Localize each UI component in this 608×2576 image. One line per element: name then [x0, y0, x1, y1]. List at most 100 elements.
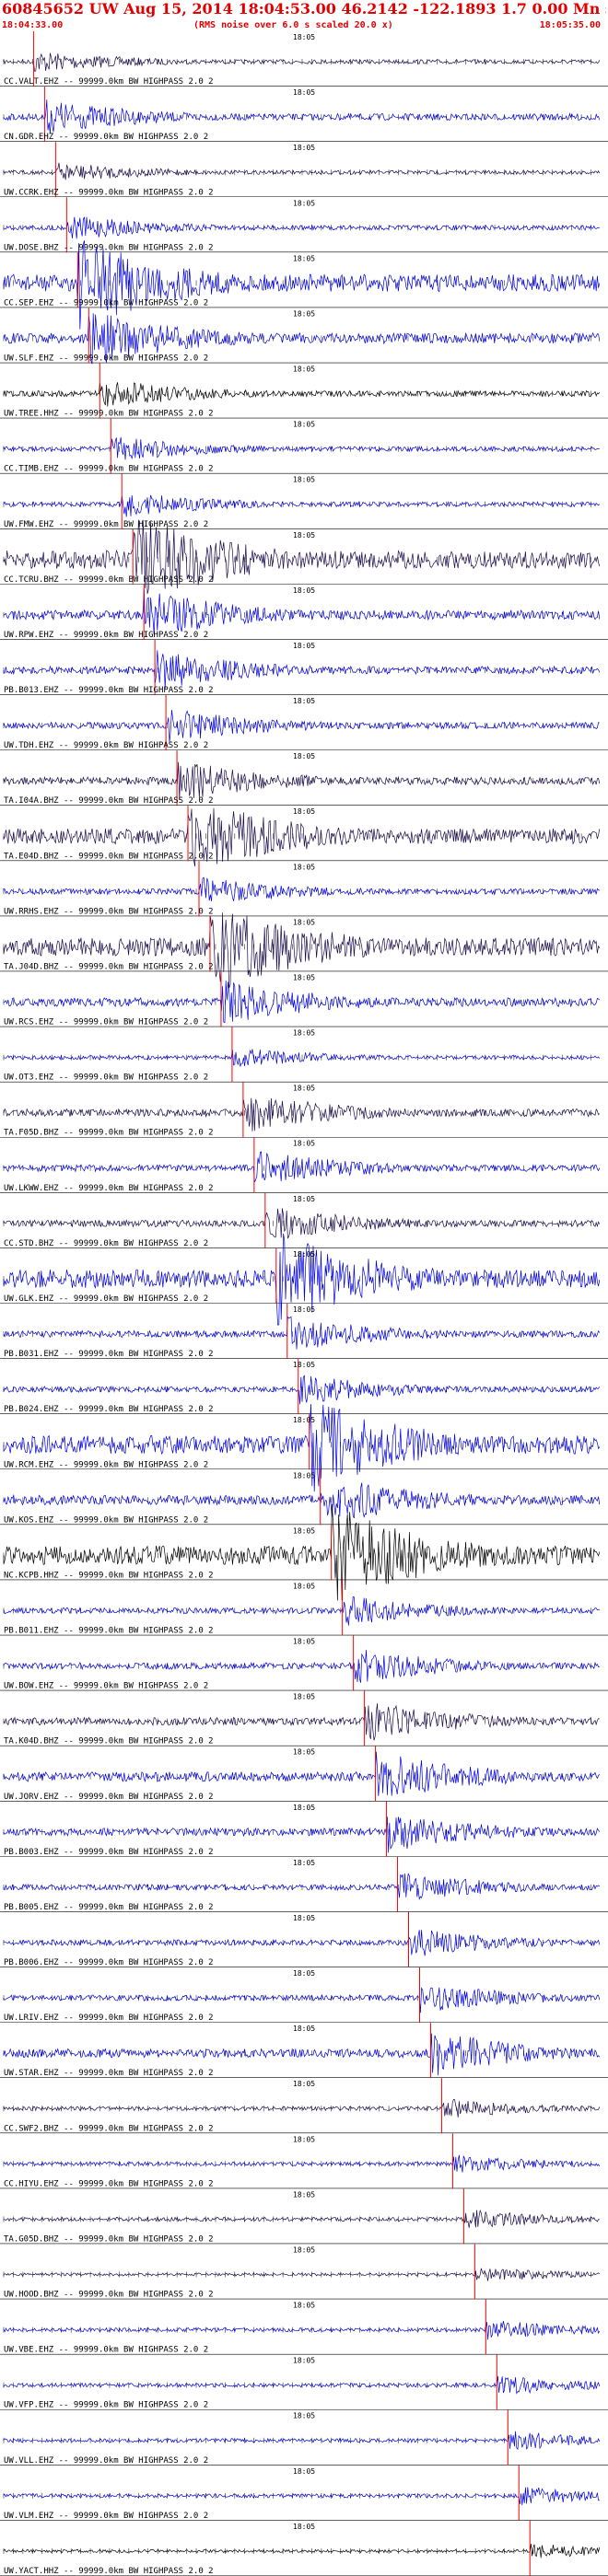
minute-tick-label: 18:05	[293, 309, 315, 318]
waveform	[3, 1650, 600, 1683]
minute-tick-label: 18:05	[293, 1195, 315, 1203]
station-label: CC.STD.BHZ -- 99999.0km BW HIGHPASS 2.0 …	[4, 1239, 208, 1248]
minute-tick-label: 18:05	[293, 807, 315, 816]
trace-uw-rpw-ehz: UW.RPW.EHZ -- 99999.0km BW HIGHPASS 2.0 …	[0, 584, 608, 640]
station-label: TA.I04A.BHZ -- 99999.0km BW HIGHPASS 2.0…	[4, 796, 214, 806]
trace-uw-star-ehz: UW.STAR.EHZ -- 99999.0km BW HIGHPASS 2.0…	[0, 2023, 608, 2079]
trace-uw-lkww-ehz: UW.LKWW.EHZ -- 99999.0km BW HIGHPASS 2.0…	[0, 1137, 608, 1193]
waveform	[3, 2431, 601, 2451]
minute-tick-label: 18:05	[293, 2135, 315, 2143]
minute-tick-label: 18:05	[293, 1804, 315, 1812]
minute-tick-label: 18:05	[293, 2357, 315, 2365]
trace-uw-fmw-ehz: UW.FMW.EHZ -- 99999.0km BW HIGHPASS 2.0 …	[0, 473, 608, 529]
station-label: UW.HOOD.BHZ -- 99999.0km BW HIGHPASS 2.0…	[4, 2291, 214, 2300]
trace-ta-f05d-bhz: TA.F05D.BHZ -- 99999.0km BW HIGHPASS 2.0…	[0, 1082, 608, 1138]
station-label: CC.HIYU.EHZ -- 99999.0km BW HIGHPASS 2.0…	[4, 2179, 214, 2188]
trace-pb-b011-ehz: PB.B011.EHZ -- 99999.0km BW HIGHPASS 2.0…	[0, 1580, 608, 1636]
station-label: UW.STAR.EHZ -- 99999.0km BW HIGHPASS 2.0…	[4, 2069, 214, 2078]
minute-tick-label: 18:05	[293, 1029, 315, 1038]
trace-uw-vlm-ehz: UW.VLM.EHZ -- 99999.0km BW HIGHPASS 2.0 …	[0, 2465, 608, 2521]
trace-uw-hood-bhz: UW.HOOD.BHZ -- 99999.0km BW HIGHPASS 2.0…	[0, 2244, 608, 2300]
minute-tick-label: 18:05	[293, 531, 315, 540]
waveform	[3, 588, 601, 635]
station-label: UW.VLL.EHZ -- 99999.0km BW HIGHPASS 2.0 …	[4, 2456, 208, 2466]
station-label: PB.B011.EHZ -- 99999.0km BW HIGHPASS 2.0…	[4, 1627, 214, 1636]
minute-tick-label: 18:05	[293, 863, 315, 871]
station-label: PB.B005.EHZ -- 99999.0km BW HIGHPASS 2.0…	[4, 1903, 214, 1912]
waveform	[3, 382, 601, 407]
minute-tick-label: 18:05	[293, 642, 315, 650]
minute-tick-label: 18:05	[293, 2025, 315, 2033]
minute-tick-label: 18:05	[293, 1140, 315, 1148]
minute-tick-label: 18:05	[293, 1969, 315, 1978]
station-label: UW.OT3.EHZ -- 99999.0km BW HIGHPASS 2.0 …	[4, 1073, 208, 1083]
trace-cc-tcru-bhz: CC.TCRU.BHZ -- 99999.0km BW HIGHPASS 2.0…	[0, 519, 608, 595]
station-label: UW.DOSE.BHZ -- 99999.0km BW HIGHPASS 2.0…	[4, 243, 214, 252]
trace-cc-std-bhz: CC.STD.BHZ -- 99999.0km BW HIGHPASS 2.0 …	[0, 1192, 608, 1248]
station-label: TA.E04D.BHZ -- 99999.0km BW HIGHPASS 2.0…	[4, 852, 214, 861]
waveform	[3, 52, 601, 72]
trace-uw-ot3-ehz: UW.OT3.EHZ -- 99999.0km BW HIGHPASS 2.0 …	[0, 1027, 608, 1083]
trace-uw-slf-ehz: UW.SLF.EHZ -- 99999.0km BW HIGHPASS 2.0 …	[0, 307, 608, 365]
station-label: UW.JORV.EHZ -- 99999.0km BW HIGHPASS 2.0…	[4, 1793, 214, 1802]
minute-tick-label: 18:05	[293, 421, 315, 429]
minute-tick-label: 18:05	[293, 2467, 315, 2476]
waveform	[3, 761, 601, 801]
station-label: PB.B031.EHZ -- 99999.0km BW HIGHPASS 2.0…	[4, 1350, 214, 1359]
trace-pb-b006-ehz: PB.B006.EHZ -- 99999.0km BW HIGHPASS 2.0…	[0, 1911, 608, 1968]
waveform	[3, 2375, 601, 2395]
minute-tick-label: 18:05	[293, 1859, 315, 1867]
seismogram-plot: CC.VALT.EHZ -- 99999.0km BW HIGHPASS 2.0…	[0, 31, 608, 2576]
station-label: UW.LRIV.EHZ -- 99999.0km BW HIGHPASS 2.0…	[4, 2013, 214, 2023]
trace-uw-bow-ehz: UW.BOW.EHZ -- 99999.0km BW HIGHPASS 2.0 …	[0, 1635, 608, 1691]
waveform	[3, 1873, 601, 1901]
trace-ta-i04a-bhz: TA.I04A.BHZ -- 99999.0km BW HIGHPASS 2.0…	[0, 750, 608, 806]
station-label: UW.TREE.HHZ -- 99999.0km BW HIGHPASS 2.0…	[4, 410, 214, 419]
waveform	[3, 2487, 600, 2506]
trace-cc-timb-ehz: CC.TIMB.EHZ -- 99999.0km BW HIGHPASS 2.0…	[0, 418, 608, 474]
waveform	[3, 2154, 601, 2173]
trace-pb-b031-ehz: PB.B031.EHZ -- 99999.0km BW HIGHPASS 2.0…	[0, 1304, 608, 1360]
minute-tick-label: 18:05	[293, 199, 315, 207]
waveform	[3, 650, 601, 690]
minute-tick-label: 18:05	[293, 2080, 315, 2088]
trace-uw-kos-ehz: UW.KOS.EHZ -- 99999.0km BW HIGHPASS 2.0 …	[0, 1469, 608, 1526]
station-label: TA.J04D.BHZ -- 99999.0km BW HIGHPASS 2.0…	[4, 962, 214, 971]
station-label: UW.BOW.EHZ -- 99999.0km BW HIGHPASS 2.0 …	[4, 1682, 208, 1691]
waveform	[3, 2321, 601, 2340]
waveform	[3, 1316, 601, 1350]
trace-pb-b005-ehz: PB.B005.EHZ -- 99999.0km BW HIGHPASS 2.0…	[0, 1856, 608, 1912]
minute-tick-label: 18:05	[293, 2190, 315, 2199]
trace-cn-gdr-ehz: CN.GDR.EHZ -- 99999.0km BW HIGHPASS 2.0 …	[0, 87, 608, 142]
waveform	[3, 162, 601, 180]
minute-tick-label: 18:05	[293, 697, 315, 705]
station-label: UW.CCRK.EHZ -- 99999.0km BW HIGHPASS 2.0…	[4, 188, 214, 197]
scaling-note: (RMS noise over 6.0 s scaled 20.0 x)	[193, 20, 393, 30]
minute-tick-label: 18:05	[293, 88, 315, 97]
waveform	[3, 2543, 601, 2559]
start-time-label: 18:04:33.00	[2, 20, 64, 30]
waveform	[3, 1987, 601, 2013]
trace-uw-vll-ehz: UW.VLL.EHZ -- 99999.0km BW HIGHPASS 2.0 …	[0, 2409, 608, 2466]
minute-tick-label: 18:05	[293, 1582, 315, 1590]
minute-tick-label: 18:05	[293, 1693, 315, 1701]
minute-tick-label: 18:05	[293, 1305, 315, 1314]
waveform	[3, 2098, 601, 2118]
station-label: UW.GLK.EHZ -- 99999.0km BW HIGHPASS 2.0 …	[4, 1294, 208, 1304]
station-label: UW.VLM.EHZ -- 99999.0km BW HIGHPASS 2.0 …	[4, 2512, 208, 2521]
waveform	[3, 1595, 600, 1626]
station-label: UW.SLF.EHZ -- 99999.0km BW HIGHPASS 2.0 …	[4, 354, 208, 364]
waveform	[3, 2268, 601, 2281]
minute-tick-label: 18:05	[293, 476, 315, 484]
waveform	[3, 2209, 600, 2228]
trace-uw-rcs-ehz: UW.RCS.EHZ -- 99999.0km BW HIGHPASS 2.0 …	[0, 971, 608, 1027]
minute-tick-label: 18:05	[293, 33, 315, 41]
minute-tick-label: 18:05	[293, 1085, 315, 1093]
station-label: UW.RPW.EHZ -- 99999.0km BW HIGHPASS 2.0 …	[4, 631, 208, 640]
waveform	[3, 1375, 601, 1405]
trace-uw-yact-hhz: UW.YACT.HHZ -- 99999.0km BW HIGHPASS 2.0…	[0, 2520, 608, 2576]
station-label: CN.GDR.EHZ -- 99999.0km BW HIGHPASS 2.0 …	[4, 133, 208, 142]
trace-uw-ccrk-ehz: UW.CCRK.EHZ -- 99999.0km BW HIGHPASS 2.0…	[0, 142, 608, 198]
trace-uw-tree-hhz: UW.TREE.HHZ -- 99999.0km BW HIGHPASS 2.0…	[0, 363, 608, 419]
trace-pb-b024-ehz: PB.B024.EHZ -- 99999.0km BW HIGHPASS 2.0…	[0, 1359, 608, 1415]
